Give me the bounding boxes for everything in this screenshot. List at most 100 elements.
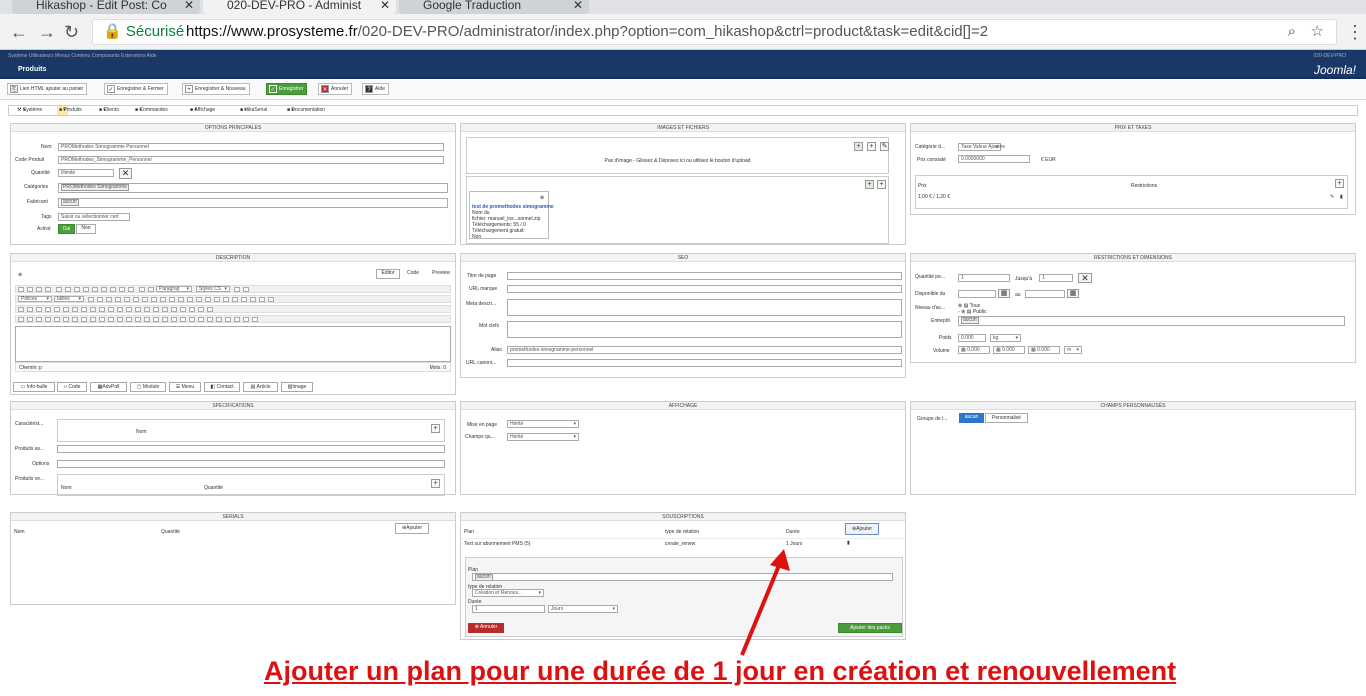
upload-file-icon[interactable]: + [877, 180, 886, 189]
active-yes-button[interactable]: Oui [58, 224, 75, 234]
tab-code[interactable]: Code [401, 269, 425, 279]
calendar-icon[interactable]: ▦ [998, 289, 1010, 298]
related-products-input[interactable] [57, 445, 445, 453]
styles-select[interactable]: Styles CS [196, 286, 230, 292]
available-from-input[interactable] [958, 290, 996, 298]
canonical-url-input[interactable] [507, 359, 902, 367]
save-new-button[interactable]: + Enregistrer & Nouveau [182, 83, 250, 95]
active-no-button[interactable]: Non [76, 224, 96, 234]
browser-tab[interactable]: Google Traduction ✕ [399, 0, 589, 14]
html-link-button[interactable]: ⎘ Lien HTML ajouter au panier [7, 83, 88, 95]
page-title-input[interactable] [507, 272, 902, 280]
tab-preview[interactable]: Preview [427, 269, 455, 279]
upload-image-icon[interactable]: + [867, 142, 876, 151]
font-select[interactable]: Polices [18, 296, 52, 302]
cost-input[interactable]: 0.0000000 [958, 155, 1030, 163]
volume-height-input[interactable]: ▦ 0.000 [1028, 346, 1060, 354]
form-unit-select[interactable]: Jours [548, 605, 618, 613]
clear-quantity-max-button[interactable]: ✕ [1078, 273, 1092, 283]
advpoll-button[interactable]: ▦AdvPoll [90, 382, 127, 392]
delete-row-icon[interactable]: ▮ [847, 540, 850, 546]
quantity-input[interactable]: Illimité [58, 169, 114, 177]
group-custom-button[interactable]: Personnalisé [985, 413, 1028, 423]
quantity-min-input[interactable]: 1 [958, 274, 1010, 282]
access-public-option[interactable]: ◦ ⊗ ▤ Public [958, 309, 986, 315]
code-button[interactable]: ‹› Code [57, 382, 87, 392]
name-input[interactable]: PROMethodes Simogramme Personnel [58, 143, 444, 151]
meta-description-input[interactable] [507, 299, 902, 316]
manufacturer-input[interactable]: aucun [58, 198, 448, 208]
add-upsell-icon[interactable]: + [431, 479, 440, 488]
file-card[interactable]: ⊗ test de promethodes simogramme Nom du … [469, 191, 554, 240]
add-price-icon[interactable]: + [1335, 179, 1344, 188]
categories-input[interactable]: PROMethodes Simogramme [58, 183, 448, 193]
weight-input[interactable]: 0.000 [958, 334, 986, 342]
back-arrow-icon[interactable]: ← [10, 22, 28, 42]
form-duration-input[interactable]: 1 [472, 605, 545, 613]
layout-select[interactable]: Hérité [507, 420, 579, 428]
serial-add-button[interactable]: ⊕Ajouter [395, 523, 429, 534]
subscription-add-button[interactable]: ⊕Ajouter [845, 523, 879, 535]
form-relation-select[interactable]: Création et Renouv... [472, 589, 544, 597]
clear-quantity-button[interactable]: ✕ [119, 168, 132, 179]
zoom-icon[interactable]: ⌕ [1288, 20, 1296, 44]
add-image-icon[interactable]: + [854, 142, 863, 151]
form-cancel-button[interactable]: ⊗ Annuler [468, 623, 504, 633]
menu-system[interactable]: ⚒ Système ▾ [17, 106, 42, 115]
cancel-button[interactable]: ✕ Annuler [318, 83, 353, 95]
add-feature-icon[interactable]: + [431, 424, 440, 433]
site-name-link[interactable]: 020-DEV-PRO [1313, 50, 1346, 62]
group-none-button[interactable]: aucun [959, 413, 984, 423]
warehouse-input[interactable]: aucun [958, 316, 1345, 326]
available-to-input[interactable] [1025, 290, 1065, 298]
options-input[interactable] [57, 460, 445, 468]
form-plan-input[interactable]: aucun [472, 573, 893, 581]
form-plan-tag[interactable]: aucun [475, 574, 493, 580]
description-editor-area[interactable] [15, 326, 451, 362]
fields-select[interactable]: Hérité [507, 433, 579, 441]
add-packs-button[interactable]: Ajouter des packs [838, 623, 902, 633]
top-menu-items[interactable]: Système Utilisateurs Menus Contenu Compo… [8, 50, 157, 62]
code-input[interactable]: PROMethodes_Simogramme_Personnel [58, 156, 444, 164]
browser-tab[interactable]: Hikashop - Edit Post: Co ✕ [12, 0, 200, 14]
star-icon[interactable]: ☆ [1311, 20, 1324, 44]
forward-arrow-icon[interactable]: → [38, 22, 56, 42]
edit-price-icon[interactable]: ✎ [1330, 194, 1334, 200]
keywords-input[interactable] [507, 321, 902, 338]
contact-button[interactable]: ◧ Contact [204, 382, 240, 392]
tags-input[interactable]: Saisir ou sélectionner cert [58, 213, 130, 221]
infobulle-button[interactable]: ▭ Info-bulle [13, 382, 55, 392]
warehouse-tag[interactable]: aucun [961, 317, 979, 324]
image-dropzone[interactable]: Pas d'image - Glissez & Déposez ici ou u… [466, 137, 889, 174]
menu-orders[interactable]: ■ Commandes ▾ [135, 106, 168, 115]
delete-file-icon[interactable]: ⊗ [540, 195, 544, 201]
save-button[interactable]: ✓ Enregistrer [266, 83, 308, 95]
url-brand-input[interactable] [507, 285, 902, 293]
close-icon[interactable]: ✕ [380, 0, 390, 11]
save-close-button[interactable]: ✓ Enregistrer & Fermer [104, 83, 168, 95]
price-row-value[interactable]: 1,00 € / 1,20 € [918, 194, 950, 200]
image-button[interactable]: ▨Image [281, 382, 313, 392]
close-icon[interactable]: ✕ [184, 0, 194, 11]
browser-tab-active[interactable]: 020-DEV-PRO - Administ ✕ [203, 0, 396, 14]
quantity-max-input[interactable]: 1 [1039, 274, 1073, 282]
alias-input[interactable]: promethodes-simogramme-personnel [507, 346, 902, 354]
menu-display[interactable]: ■ Affichage ▾ [190, 106, 215, 115]
module-button[interactable]: ▢ Module [130, 382, 166, 392]
article-button[interactable]: ▤ Article [243, 382, 278, 392]
weight-unit-select[interactable]: kg [990, 334, 1021, 342]
reload-icon[interactable]: ↻ [64, 22, 79, 42]
edit-image-icon[interactable]: ✎ [880, 142, 889, 151]
tax-category-select[interactable]: Taxe Valeur Ajoutée [958, 143, 1005, 151]
table-row[interactable]: Test sur abonnement PMS (5) create_renew… [461, 538, 905, 548]
paragraph-select[interactable]: Paragrap [156, 286, 192, 292]
menu-hikaserial[interactable]: ■ HikaSerial ▾ [240, 106, 267, 115]
help-button[interactable]: ? Aide [362, 83, 390, 95]
volume-length-input[interactable]: ▦ 0.000 [958, 346, 990, 354]
menu-customers[interactable]: ■ Clients ▾ [99, 106, 119, 115]
size-select[interactable]: tailles [54, 296, 84, 302]
calendar-icon[interactable]: ▦ [1067, 289, 1079, 298]
delete-price-icon[interactable]: ▮ [1340, 194, 1343, 200]
volume-unit-select[interactable]: m [1064, 346, 1082, 354]
manufacturer-tag[interactable]: aucun [61, 199, 79, 206]
